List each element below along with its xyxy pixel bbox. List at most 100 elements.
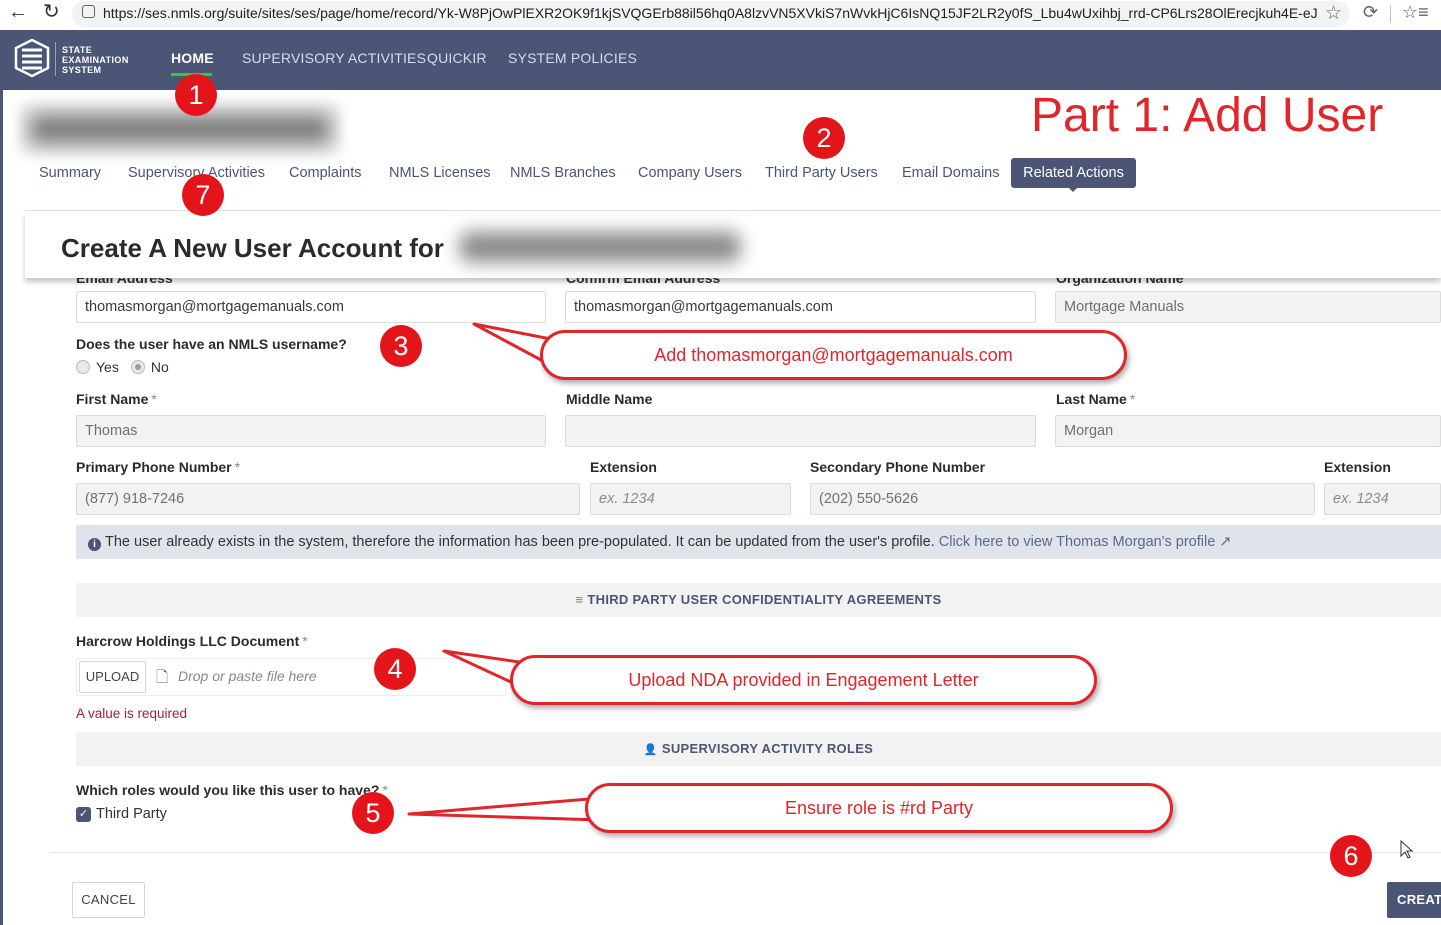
view-profile-link[interactable]: Click here to view Thomas Morgan's profi… bbox=[939, 534, 1232, 550]
required-mark: * bbox=[234, 459, 241, 475]
middle-name-label: Middle Name bbox=[566, 391, 653, 407]
add-user-icon: 👤 bbox=[643, 744, 658, 756]
primary-phone-label: Primary Phone Number * bbox=[76, 459, 240, 475]
step-badge-7: 7 bbox=[182, 174, 224, 216]
toolbar-separator bbox=[1390, 5, 1391, 23]
role-third-party-label[interactable]: Third Party bbox=[96, 806, 167, 822]
tab-company-users[interactable]: Company Users bbox=[638, 165, 742, 181]
redacted-company-title-text bbox=[30, 115, 330, 143]
tab-third-party-users[interactable]: Third Party Users bbox=[765, 165, 878, 181]
callout-upload-nda: Upload NDA provided in Engagement Letter bbox=[510, 655, 1097, 705]
extension-label: Extension bbox=[590, 459, 657, 475]
confirm-email-field[interactable]: thomasmorgan@mortgagemanuals.com bbox=[565, 291, 1036, 323]
extensions-icon[interactable]: ⟳ bbox=[1363, 2, 1378, 23]
logo-divider bbox=[55, 42, 56, 76]
required-mark: * bbox=[302, 633, 308, 649]
roles-section-header: 👤 SUPERVISORY ACTIVITY ROLES bbox=[76, 732, 1441, 766]
radio-no[interactable] bbox=[130, 360, 145, 374]
required-mark: * bbox=[1129, 391, 1136, 407]
callout-ensure-role: Ensure role is #rd Party bbox=[585, 783, 1173, 833]
primary-phone-field: (877) 918-7246 bbox=[76, 483, 580, 515]
checkbox-checked-icon[interactable]: ✓ bbox=[76, 806, 91, 822]
upload-button[interactable]: UPLOAD bbox=[79, 661, 146, 693]
list-icon: ≡ bbox=[575, 592, 584, 607]
info-icon: i bbox=[88, 538, 101, 551]
confidentiality-section-header: ≡ THIRD PARTY USER CONFIDENTIALITY AGREEM… bbox=[76, 583, 1441, 617]
role-third-party[interactable]: ✓ Third Party bbox=[76, 806, 167, 822]
nav-quickir[interactable]: QUICKIR bbox=[427, 50, 487, 66]
app-header: STATE EXAMINATION SYSTEM HOME SUPERVISOR… bbox=[0, 30, 1441, 90]
tab-related-actions[interactable]: Related Actions bbox=[1011, 158, 1136, 188]
step-badge-1: 1 bbox=[175, 74, 217, 116]
first-name-field: Thomas bbox=[76, 415, 546, 447]
callout-5-pointer bbox=[407, 796, 603, 822]
extension-2-label: Extension bbox=[1324, 459, 1391, 475]
last-name-label: Last Name * bbox=[1056, 391, 1135, 407]
logo-line-1: STATE bbox=[62, 45, 93, 55]
tab-nmls-branches[interactable]: NMLS Branches bbox=[510, 165, 616, 181]
roles-question-text: Which roles would you like this user to … bbox=[76, 782, 380, 798]
radio-no-label[interactable]: No bbox=[151, 359, 169, 375]
back-arrow-icon[interactable]: ← bbox=[8, 1, 28, 23]
tab-summary[interactable]: Summary bbox=[39, 165, 101, 181]
logo-line-3: SYSTEM bbox=[62, 65, 102, 75]
tab-complaints[interactable]: Complaints bbox=[289, 165, 362, 181]
site-info-icon[interactable] bbox=[82, 5, 95, 18]
user-exists-info-bar: i The user already exists in the system, … bbox=[76, 525, 1441, 559]
mouse-cursor-icon bbox=[1400, 840, 1414, 859]
secondary-phone-label: Secondary Phone Number bbox=[810, 459, 986, 475]
confidentiality-section-title: THIRD PARTY USER CONFIDENTIALITY AGREEME… bbox=[587, 592, 942, 607]
nav-supervisory-activities[interactable]: SUPERVISORY ACTIVITIES bbox=[242, 50, 426, 66]
primary-phone-label-text: Primary Phone Number bbox=[76, 459, 232, 475]
first-name-label: First Name * bbox=[76, 391, 157, 407]
nav-system-policies[interactable]: SYSTEM POLICIES bbox=[508, 50, 637, 66]
url-text[interactable]: https://ses.nmls.org/suite/sites/ses/pag… bbox=[103, 5, 1318, 21]
tab-nmls-licenses[interactable]: NMLS Licenses bbox=[389, 165, 491, 181]
ses-logo-icon[interactable] bbox=[14, 38, 50, 78]
email-field[interactable]: thomasmorgan@mortgagemanuals.com bbox=[76, 291, 546, 323]
step-badge-2: 2 bbox=[803, 117, 845, 159]
secondary-phone-field: (202) 550-5626 bbox=[810, 483, 1315, 515]
roles-section-title: SUPERVISORY ACTIVITY ROLES bbox=[661, 741, 874, 756]
create-button[interactable]: CREATE bbox=[1387, 882, 1441, 918]
tab-email-domains[interactable]: Email Domains bbox=[902, 165, 1000, 181]
step-badge-5: 5 bbox=[352, 792, 394, 834]
footer-divider bbox=[50, 852, 1441, 853]
nmls-radio-group: Yes No bbox=[76, 359, 169, 375]
reload-icon[interactable]: ↻ bbox=[43, 1, 60, 23]
validation-error: A value is required bbox=[76, 706, 188, 721]
page-left-edge bbox=[0, 30, 3, 925]
organization-field: Mortgage Manuals bbox=[1055, 291, 1441, 323]
cancel-button[interactable]: CANCEL bbox=[72, 882, 145, 918]
redacted-modal-company-text bbox=[460, 232, 740, 262]
file-icon: 🗋 bbox=[156, 669, 169, 686]
document-label-text: Harcrow Holdings LLC Document bbox=[76, 633, 300, 649]
info-text: The user already exists in the system, t… bbox=[105, 534, 935, 550]
extension-2-field: ex. 1234 bbox=[1324, 483, 1441, 515]
roles-question: Which roles would you like this user to … bbox=[76, 782, 388, 798]
nav-home[interactable]: HOME bbox=[171, 50, 214, 66]
step-badge-4: 4 bbox=[374, 648, 416, 690]
callout-add-email: Add thomasmorgan@mortgagemanuals.com bbox=[540, 330, 1127, 380]
document-label: Harcrow Holdings LLC Document * bbox=[76, 633, 308, 649]
radio-yes-label[interactable]: Yes bbox=[96, 359, 119, 375]
logo-line-2: EXAMINATION bbox=[62, 55, 129, 65]
active-tab-caret bbox=[1068, 187, 1078, 192]
drop-zone-text: Drop or paste file here bbox=[178, 668, 317, 684]
favorites-icon[interactable]: ☆≡ bbox=[1402, 2, 1429, 23]
step-badge-3: 3 bbox=[380, 325, 422, 367]
nmls-username-question: Does the user have an NMLS username? bbox=[76, 336, 347, 352]
browser-toolbar: ← ↻ https://ses.nmls.org/suite/sites/ses… bbox=[0, 0, 1441, 28]
first-name-label-text: First Name bbox=[76, 391, 149, 407]
bookmark-star-icon[interactable]: ☆ bbox=[1325, 2, 1342, 25]
annotation-title: Part 1: Add User bbox=[1031, 89, 1384, 142]
last-name-field: Morgan bbox=[1055, 415, 1441, 447]
modal-title: Create A New User Account for bbox=[61, 233, 444, 263]
extension-field: ex. 1234 bbox=[590, 483, 791, 515]
step-badge-6: 6 bbox=[1330, 835, 1372, 877]
logo-wordmark: STATE EXAMINATION SYSTEM bbox=[62, 45, 129, 75]
last-name-label-text: Last Name bbox=[1056, 391, 1127, 407]
tabs-divider bbox=[25, 210, 1441, 211]
middle-name-field bbox=[565, 415, 1036, 447]
radio-yes[interactable] bbox=[76, 360, 90, 374]
